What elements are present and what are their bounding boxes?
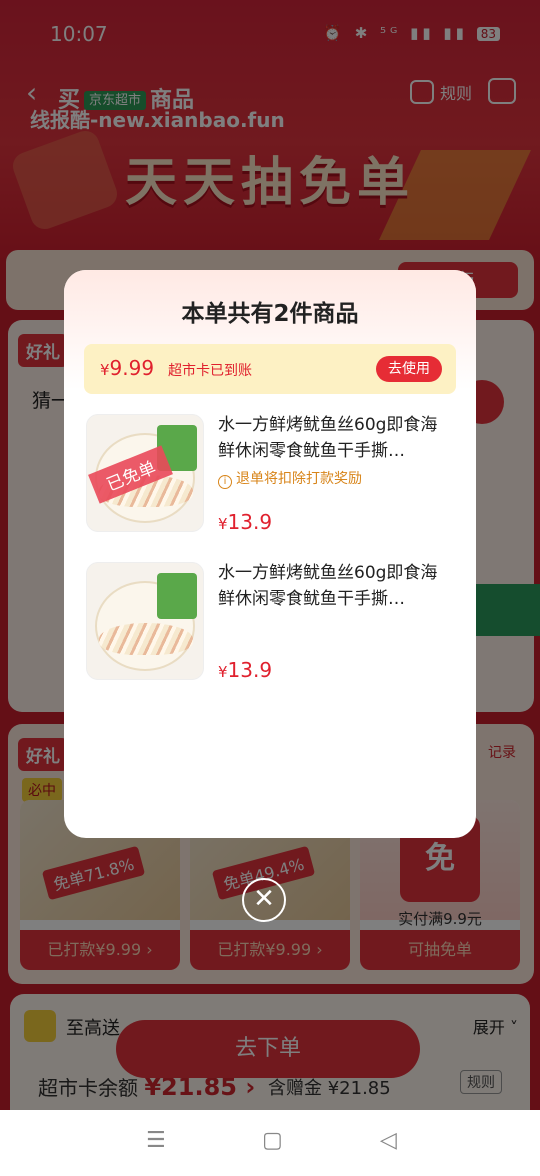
- promo-amount: ¥9.99: [100, 356, 154, 380]
- back-icon[interactable]: ◁: [380, 1128, 397, 1153]
- info-icon: i: [218, 475, 232, 489]
- price-value: 13.9: [227, 510, 273, 534]
- menu-icon[interactable]: ☰: [146, 1128, 166, 1153]
- refund-warning-text: 退单将扣除打款奖励: [236, 471, 362, 487]
- promo-text: 超市卡已到账: [168, 363, 252, 379]
- price-value: 13.9: [227, 658, 273, 682]
- currency-symbol: ¥: [218, 515, 228, 533]
- product-name: 水一方鲜烤鱿鱼丝60g即食海鲜休闲零食鱿鱼干手撕…: [218, 415, 438, 461]
- close-icon[interactable]: ✕: [242, 878, 286, 922]
- currency-symbol: ¥: [218, 663, 228, 681]
- product-image: [86, 562, 204, 680]
- use-now-button[interactable]: 去使用: [376, 356, 442, 382]
- modal-title: 本单共有2件商品: [181, 301, 359, 327]
- product-price: ¥13.9: [218, 510, 272, 534]
- squid-shred-shape: [99, 623, 193, 655]
- refund-warning: i 退单将扣除打款奖励: [218, 468, 362, 489]
- product-image: 已免单: [86, 414, 204, 532]
- product-price: ¥13.9: [218, 658, 272, 682]
- system-nav-bar: ☰ ▢ ◁: [0, 1110, 540, 1176]
- currency-symbol: ¥: [100, 361, 110, 379]
- promo-price-value: 9.99: [109, 356, 155, 380]
- order-items-modal: 本单共有2件商品 ¥9.99 超市卡已到账 去使用 已免单 水一方鲜烤鱿鱼丝60…: [64, 270, 476, 838]
- supermarket-card-banner: ¥9.99 超市卡已到账 去使用: [84, 344, 456, 394]
- product-name: 水一方鲜烤鱿鱼丝60g即食海鲜休闲零食鱿鱼干手撕…: [218, 563, 438, 609]
- product-item[interactable]: 水一方鲜烤鱿鱼丝60g即食海鲜休闲零食鱿鱼干手撕… ¥13.9: [86, 562, 456, 682]
- product-item[interactable]: 已免单 水一方鲜烤鱿鱼丝60g即食海鲜休闲零食鱿鱼干手撕… i 退单将扣除打款奖励…: [86, 414, 456, 534]
- home-icon[interactable]: ▢: [262, 1128, 283, 1153]
- package-shape: [157, 573, 197, 619]
